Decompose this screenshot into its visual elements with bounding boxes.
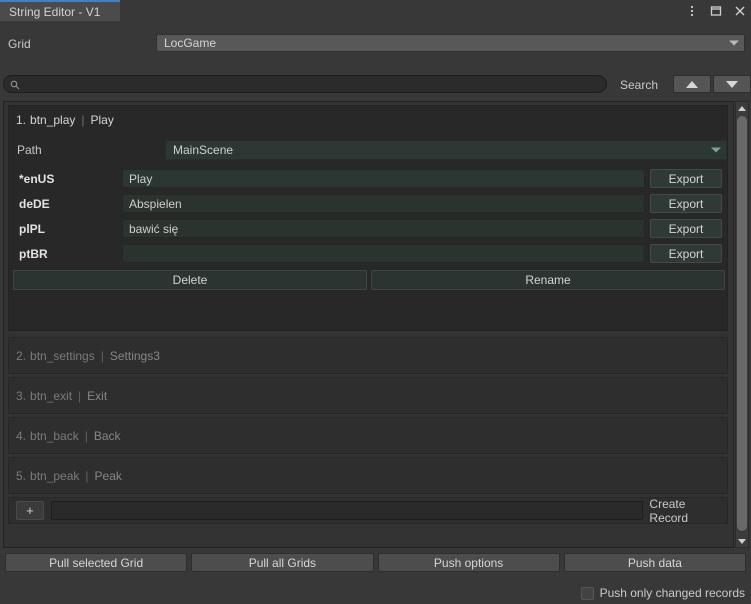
pull-selected-grid-button[interactable]: Pull selected Grid: [5, 553, 188, 572]
search-icon: [10, 79, 20, 90]
record-key: btn_exit: [30, 388, 73, 403]
kebab-menu-icon[interactable]: [685, 4, 699, 18]
create-record-row: + Create Record: [8, 496, 728, 525]
locale-row: plPL bawić się Export: [10, 217, 728, 240]
record-card-collapsed[interactable]: 4. btn_back | Back: [8, 417, 728, 454]
locale-code: plPL: [19, 221, 45, 236]
window-controls: [685, 0, 747, 21]
chevron-down-icon: [729, 40, 739, 46]
search-next-button[interactable]: [713, 75, 751, 93]
record-separator: |: [78, 388, 82, 403]
window-titlebar: String Editor - V1: [0, 0, 751, 21]
record-card-collapsed[interactable]: 3. btn_exit | Exit: [8, 377, 728, 414]
scroll-up-button[interactable]: [736, 102, 748, 114]
push-options-button[interactable]: Push options: [377, 553, 560, 572]
create-record-input[interactable]: [50, 501, 644, 520]
triangle-down-icon: [726, 80, 738, 88]
locale-row: *enUS Play Export: [10, 167, 728, 190]
record-index: 3.: [16, 388, 27, 403]
scroll-down-button[interactable]: [736, 535, 748, 547]
record-key: btn_back: [30, 428, 79, 443]
record-preview: Peak: [94, 468, 122, 483]
record-preview: Play: [90, 112, 114, 127]
search-bar: Search: [0, 74, 751, 98]
triangle-down-icon: [738, 538, 746, 544]
record-separator: |: [100, 348, 104, 363]
path-row: Path MainScene: [10, 140, 728, 160]
export-button[interactable]: Export: [650, 194, 722, 213]
path-label: Path: [17, 143, 42, 157]
locale-code: ptBR: [19, 246, 48, 261]
locale-value-input[interactable]: Abspielen: [122, 194, 645, 213]
locale-value-input[interactable]: [122, 244, 645, 263]
record-index: 1.: [16, 112, 27, 127]
record-separator: |: [85, 468, 89, 483]
add-record-button[interactable]: +: [16, 501, 44, 520]
tab-label: String Editor - V1: [9, 4, 101, 19]
delete-button[interactable]: Delete: [13, 270, 367, 290]
push-only-changed-checkbox[interactable]: [580, 586, 594, 600]
maximize-icon[interactable]: [709, 4, 723, 18]
locale-row: ptBR Export: [10, 242, 728, 265]
record-actions-row: Delete Rename: [10, 270, 728, 290]
push-data-button[interactable]: Push data: [563, 553, 746, 572]
triangle-up-icon: [686, 80, 698, 88]
search-label: Search: [620, 78, 659, 92]
export-button[interactable]: Export: [650, 219, 722, 238]
record-separator: |: [81, 112, 85, 127]
record-card-expanded[interactable]: 1. btn_play | Play Path MainScene *enUS …: [8, 105, 728, 331]
record-preview: Back: [93, 428, 121, 443]
record-preview: Exit: [87, 388, 108, 403]
push-only-changed-label: Push only changed records: [599, 586, 745, 600]
bottom-toolbar: Pull selected Grid Pull all Grids Push o…: [0, 553, 751, 577]
create-record-label: Create Record: [649, 496, 689, 525]
locale-value-input[interactable]: bawić się: [122, 219, 645, 238]
record-key: btn_play: [30, 112, 76, 127]
export-button[interactable]: Export: [650, 244, 722, 263]
record-preview: Settings3: [109, 348, 160, 363]
record-index: 2.: [16, 348, 27, 363]
close-icon[interactable]: [733, 4, 747, 18]
rename-button[interactable]: Rename: [371, 270, 725, 290]
vertical-scrollbar[interactable]: [735, 101, 749, 548]
locale-value-input[interactable]: Play: [122, 169, 645, 188]
tab-string-editor[interactable]: String Editor - V1: [0, 0, 120, 21]
grid-selector-row: Grid LocGame: [0, 33, 751, 57]
export-button[interactable]: Export: [650, 169, 722, 188]
path-dropdown[interactable]: MainScene: [165, 140, 727, 160]
path-dropdown-value: MainScene: [173, 143, 234, 157]
search-field[interactable]: [3, 75, 607, 93]
pull-all-grids-button[interactable]: Pull all Grids: [191, 553, 374, 572]
record-index: 5.: [16, 468, 27, 483]
record-header[interactable]: 1. btn_play | Play: [9, 106, 727, 133]
search-prev-button[interactable]: [673, 75, 711, 93]
triangle-up-icon: [738, 105, 746, 111]
locale-code: *enUS: [19, 171, 55, 186]
search-input[interactable]: [20, 76, 606, 92]
grid-dropdown-value: LocGame: [164, 36, 217, 50]
chevron-down-icon: [711, 147, 721, 153]
record-card-collapsed[interactable]: 5. btn_peak | Peak: [8, 457, 728, 494]
records-scroll-area: 1. btn_play | Play Path MainScene *enUS …: [3, 101, 734, 548]
record-key: btn_peak: [30, 468, 80, 483]
push-only-changed-row[interactable]: Push only changed records: [580, 585, 745, 601]
record-index: 4.: [16, 428, 27, 443]
record-card-collapsed[interactable]: 2. btn_settings | Settings3: [8, 337, 728, 374]
grid-label: Grid: [8, 37, 31, 51]
locale-row: deDE Abspielen Export: [10, 192, 728, 215]
scrollbar-thumb[interactable]: [737, 116, 747, 531]
record-separator: |: [84, 428, 88, 443]
locale-code: deDE: [19, 196, 50, 211]
grid-dropdown[interactable]: LocGame: [156, 34, 745, 52]
record-key: btn_settings: [30, 348, 95, 363]
